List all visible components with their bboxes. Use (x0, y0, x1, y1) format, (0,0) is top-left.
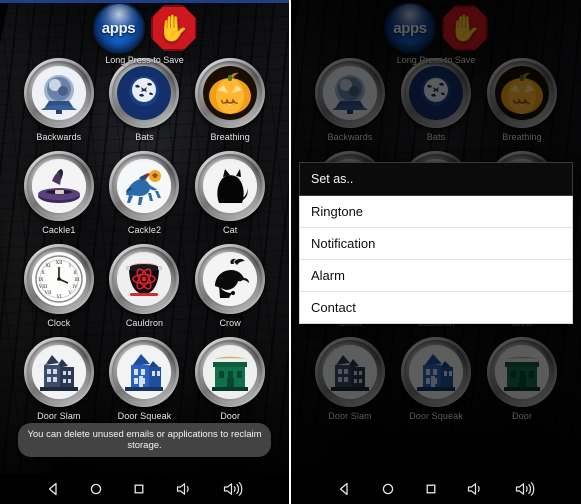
svg-text:III: III (74, 278, 79, 283)
sound-knob[interactable] (195, 58, 266, 128)
sound-button-door-slam[interactable]: Door Slam (16, 337, 102, 430)
pumpkin-icon (203, 66, 258, 120)
witch-hat-icon (31, 159, 86, 213)
sound-button-door[interactable]: Door (187, 337, 273, 430)
sound-button-cackle2[interactable]: Cackle2 (102, 151, 188, 244)
sound-button-label: Backwards (36, 132, 82, 142)
header-caption: Long Press to Save (105, 55, 184, 65)
apps-button[interactable]: apps (92, 2, 145, 54)
clock-icon: XIIIII IIIIVV VIVIIVIII IXXXI (31, 252, 86, 306)
svg-text:IX: IX (38, 278, 44, 283)
app-screen-left: apps ✋ Long Press to Save Backwards Bats… (0, 0, 289, 504)
sound-button-clock[interactable]: XIIIII IIIIVV VIVIIVIII IXXXI Clock (16, 244, 102, 337)
toast-message: You can delete unused emails or applicat… (18, 423, 271, 457)
dialog-option-list: Ringtone Notification Alarm Contact (299, 196, 573, 324)
dialog-option-contact[interactable]: Contact (300, 292, 572, 323)
sound-button-cat[interactable]: Cat (187, 151, 273, 244)
sound-button-backwards[interactable]: Backwards (16, 58, 102, 151)
sound-knob[interactable] (195, 151, 266, 221)
sound-knob[interactable] (195, 337, 266, 407)
sound-knob[interactable] (23, 151, 94, 221)
sound-knob[interactable] (23, 337, 94, 407)
sound-button-label: Bats (135, 132, 154, 142)
set-as-dialog: Set as.. Ringtone Notification Alarm Contac… (299, 162, 573, 324)
sound-knob[interactable] (23, 58, 94, 128)
svg-text:VIII: VIII (39, 285, 48, 290)
sound-knob[interactable] (109, 151, 180, 221)
volume-down-icon[interactable] (175, 481, 195, 497)
sound-knob[interactable]: XIIIII IIIIVV VIVIIVIII IXXXI (23, 244, 94, 314)
stop-button[interactable]: ✋ (150, 5, 197, 51)
app-header: apps ✋ Long Press to Save (0, 2, 289, 65)
back-icon[interactable] (336, 481, 352, 497)
cauldron-icon (117, 252, 172, 306)
bats-moon-icon (117, 66, 172, 120)
sound-button-label: Cackle2 (127, 225, 162, 235)
sound-knob[interactable] (109, 337, 180, 407)
sound-button-label: Breathing (210, 132, 250, 142)
sound-button-door-squeak[interactable]: Door Squeak (102, 337, 188, 430)
back-icon[interactable] (45, 481, 61, 497)
sound-button-crow[interactable]: Crow (187, 244, 273, 337)
sound-button-label: Clock (47, 318, 71, 328)
green-house-icon (203, 345, 258, 399)
sound-button-cauldron[interactable]: Cauldron (102, 244, 188, 337)
black-cat-icon (203, 159, 258, 213)
sound-button-label: Door (220, 411, 241, 421)
volume-down-icon[interactable] (466, 481, 486, 497)
svg-text:IV: IV (72, 285, 78, 290)
recents-icon[interactable] (131, 481, 147, 497)
svg-text:II: II (73, 271, 77, 276)
home-icon[interactable] (380, 481, 396, 497)
sound-button-cackle1[interactable]: Cackle1 (16, 151, 102, 244)
svg-text:VII: VII (44, 291, 51, 296)
dialog-option-alarm[interactable]: Alarm (300, 260, 572, 292)
svg-text:VI: VI (56, 295, 62, 300)
header-buttons: apps ✋ (92, 2, 197, 54)
svg-text:XII: XII (55, 261, 62, 266)
recents-icon[interactable] (423, 481, 439, 497)
sound-knob[interactable] (195, 244, 266, 314)
blue-house-icon (117, 345, 172, 399)
sound-knob[interactable] (109, 244, 180, 314)
sound-button-label: Crow (219, 318, 241, 328)
volume-up-icon[interactable] (514, 481, 536, 497)
sound-button-label: Door Slam (37, 411, 81, 421)
home-icon[interactable] (88, 481, 104, 497)
svg-text:XI: XI (45, 264, 51, 269)
status-bar (0, 0, 289, 3)
svg-text:V: V (68, 291, 72, 296)
svg-text:X: X (41, 271, 45, 276)
app-screen-right: apps ✋ Long Press to Save Backwards Bats… (291, 0, 581, 504)
stop-hand-icon: ✋ (157, 13, 190, 43)
screenshot-root: apps ✋ Long Press to Save Backwards Bats… (0, 0, 581, 504)
sound-button-label: Cat (223, 225, 238, 235)
dialog-option-notification[interactable]: Notification (300, 228, 572, 260)
dialog-title: Set as.. (299, 162, 573, 196)
sound-button-label: Door Squeak (117, 411, 172, 421)
navigation-bar (0, 474, 289, 504)
sound-button-bats[interactable]: Bats (102, 58, 188, 151)
headless-horseman-icon (117, 159, 172, 213)
haunted-house-icon (31, 345, 86, 399)
sound-knob[interactable] (109, 58, 180, 128)
volume-up-icon[interactable] (222, 481, 244, 497)
sound-button-breathing[interactable]: Breathing (187, 58, 273, 151)
backwards-orb-icon (31, 66, 86, 120)
navigation-bar (291, 474, 581, 504)
sound-button-label: Cackle1 (42, 225, 76, 235)
sound-button-label: Cauldron (125, 318, 164, 328)
apps-button-label: apps (101, 19, 136, 37)
crow-icon (203, 252, 258, 306)
dialog-option-ringtone[interactable]: Ringtone (300, 196, 572, 228)
